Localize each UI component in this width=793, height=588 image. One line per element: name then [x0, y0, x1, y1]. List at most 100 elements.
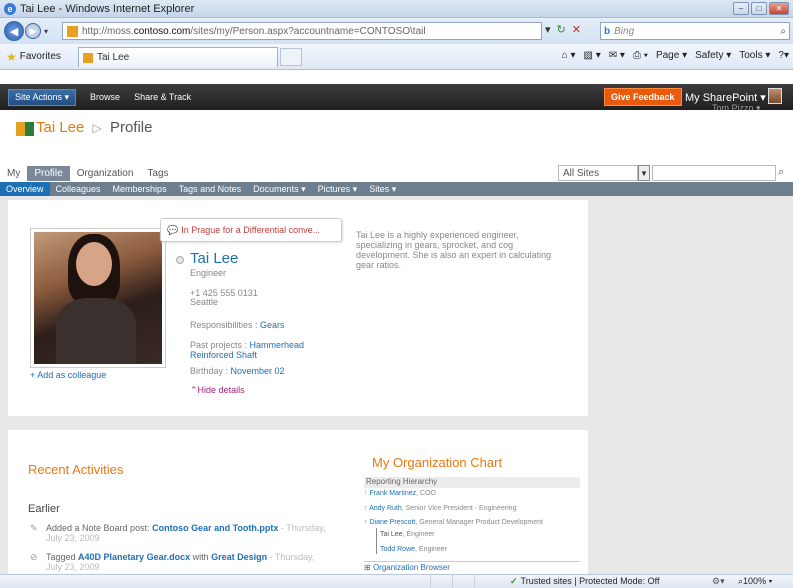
minimize-button[interactable]: – — [733, 2, 749, 15]
zoom-value: 100% — [743, 576, 767, 586]
status-bubble[interactable]: 💬 In Prague for a Differential conve... — [160, 218, 342, 242]
close-button[interactable]: ✕ — [769, 2, 789, 15]
search-icon[interactable]: ⌕ — [780, 26, 786, 37]
org-chart-heading: My Organization Chart — [372, 455, 503, 470]
page-menu[interactable]: Page ▾ — [656, 50, 687, 61]
org-person-role: , General Manager Product Development — [415, 519, 543, 526]
maximize-button[interactable]: □ — [751, 2, 767, 15]
browser-tab[interactable]: Tai Lee — [78, 47, 278, 67]
sub-navigation: Overview Colleagues Memberships Tags and… — [0, 182, 793, 196]
tools-menu[interactable]: Tools ▾ — [739, 50, 770, 61]
org-person-link[interactable]: Todd Rowe — [380, 546, 415, 553]
note-icon: ✎ — [30, 523, 38, 533]
activity-text: Tagged — [46, 552, 79, 562]
url-input[interactable]: http://moss. contoso.com/sites/my/Person.… — [62, 22, 542, 40]
subnav-overview[interactable]: Overview — [0, 182, 50, 196]
recent-activities-heading: Recent Activities — [28, 462, 124, 477]
bing-search-input[interactable]: b Bing ⌕ — [600, 22, 790, 40]
tab-my[interactable]: My — [0, 166, 27, 181]
site-search-icon[interactable]: ⌕ — [778, 166, 784, 179]
activities-section-label: Earlier — [28, 503, 60, 515]
collapse-icon: ⌃ — [190, 385, 198, 395]
zone-label: Trusted sites | Protected Mode: Off — [520, 576, 660, 586]
zoom-level[interactable]: ⌕100% ▾ — [738, 576, 772, 587]
activity-text: Added a Note Board post: — [46, 523, 153, 533]
browse-tab[interactable]: Browse — [90, 92, 120, 102]
tab-profile[interactable]: Profile — [27, 165, 70, 181]
user-avatar[interactable] — [768, 88, 782, 104]
tag-icon: ⊘ — [30, 552, 38, 562]
browser-status-bar: ✓ Trusted sites | Protected Mode: Off ⚙▾ … — [0, 574, 793, 588]
birthday-value: November 02 — [230, 366, 285, 376]
activity-link[interactable]: A40D Planetary Gear.docx — [78, 552, 190, 562]
new-tab-button[interactable] — [280, 48, 302, 66]
subnav-sites[interactable]: Sites ▾ — [363, 184, 402, 195]
activity-link[interactable]: Contoso Gear and Tooth.pptx — [152, 523, 278, 533]
org-person-link[interactable]: Diane Prescott — [369, 519, 415, 526]
activity-tag-link[interactable]: Great Design — [211, 552, 267, 562]
feeds-icon[interactable]: ▧ ▾ — [584, 50, 601, 61]
mail-icon[interactable]: ✉ ▾ — [609, 50, 625, 61]
org-person-link[interactable]: Frank Martinez — [369, 490, 416, 497]
site-favicon-icon — [67, 25, 78, 37]
subnav-pictures[interactable]: Pictures ▾ — [312, 184, 364, 195]
home-icon[interactable]: ⌂ ▾ — [562, 50, 576, 61]
profile-tabs: My Profile Organization Tags All Sites ▼… — [0, 164, 793, 182]
url-domain: contoso.com — [133, 25, 191, 37]
org-person-link[interactable]: Andy Ruth — [369, 505, 402, 512]
org-person: ↑ Diane Prescott, General Manager Produc… — [364, 519, 543, 526]
subnav-memberships[interactable]: Memberships — [107, 184, 173, 194]
history-dropdown-icon[interactable]: ▾ — [44, 27, 48, 36]
search-scope-select[interactable]: All Sites — [558, 165, 638, 181]
refresh-icon[interactable]: ↻ — [557, 23, 566, 36]
give-feedback-button[interactable]: Give Feedback — [604, 88, 682, 106]
page-title: Profile — [109, 119, 153, 136]
subnav-documents[interactable]: Documents ▾ — [247, 184, 312, 195]
org-person-role: , COO — [416, 490, 436, 497]
url-prefix: http://moss. — [82, 25, 134, 37]
org-person-role: , Engineer — [402, 531, 435, 538]
address-bar: ◀ ▶ ▾ http://moss. contoso.com/sites/my/P… — [0, 18, 793, 44]
activity-text: with — [190, 552, 212, 562]
add-colleague-link[interactable]: + Add as colleague — [30, 370, 106, 380]
hide-details-link[interactable]: ⌃Hide details — [190, 385, 245, 396]
back-button[interactable]: ◀ — [4, 21, 24, 41]
scope-dropdown-icon[interactable]: ▼ — [638, 165, 650, 181]
site-search-input[interactable] — [652, 165, 776, 181]
page-header: Tai Lee ▷ Profile — [0, 110, 793, 164]
breadcrumb-separator-icon: ▷ — [92, 121, 102, 135]
org-browser-link[interactable]: ⊞ Organization Browser — [364, 561, 580, 572]
tab-tags[interactable]: Tags — [140, 166, 175, 181]
org-person-link[interactable]: Tai Lee — [380, 531, 403, 538]
tab-organization[interactable]: Organization — [70, 166, 141, 181]
share-track-tab[interactable]: Share & Track — [134, 92, 191, 102]
check-icon: ✓ — [510, 576, 518, 586]
help-icon[interactable]: ?▾ — [778, 50, 789, 61]
print-icon[interactable]: ⎙ ▾ — [633, 50, 648, 61]
zoom-settings-icon[interactable]: ⚙▾ — [712, 576, 725, 587]
bing-icon: b — [604, 25, 611, 37]
subnav-tags-notes[interactable]: Tags and Notes — [173, 184, 248, 194]
tab-favicon-icon — [83, 52, 93, 63]
url-dropdown-icon[interactable]: ▾ — [545, 23, 551, 36]
tab-title: Tai Lee — [97, 52, 130, 63]
stop-icon[interactable]: ✕ — [572, 23, 581, 36]
sharepoint-ribbon: Site Actions ▾ Browse Share & Track Give… — [0, 84, 793, 113]
responsibilities-link[interactable]: Gears — [260, 320, 285, 330]
favorites-star-icon[interactable]: ★ — [6, 50, 17, 64]
activity-item: ✎ Added a Note Board post: Contoso Gear … — [30, 523, 330, 543]
site-actions-menu[interactable]: Site Actions ▾ — [8, 88, 77, 106]
url-buttons: ▾ ↻ ✕ — [545, 23, 581, 36]
window-title: Tai Lee - Windows Internet Explorer — [20, 2, 195, 15]
reporting-hierarchy-header: Reporting Hierarchy — [364, 477, 580, 488]
safety-menu[interactable]: Safety ▾ — [695, 50, 731, 61]
favorites-button[interactable]: Favorites — [20, 51, 61, 62]
about-me: Tai Lee is a highly experienced engineer… — [356, 230, 552, 270]
activity-item: ⊘ Tagged A40D Planetary Gear.docx with G… — [30, 552, 330, 572]
org-person-role: , Senior Vice President - Engineering — [401, 505, 517, 512]
org-person: ↑ Frank Martinez, COO — [364, 490, 436, 497]
security-zone[interactable]: ✓ Trusted sites | Protected Mode: Off — [510, 576, 659, 587]
subnav-colleagues[interactable]: Colleagues — [50, 184, 107, 194]
breadcrumb-person[interactable]: Tai Lee — [36, 119, 84, 136]
forward-button[interactable]: ▶ — [25, 23, 41, 39]
